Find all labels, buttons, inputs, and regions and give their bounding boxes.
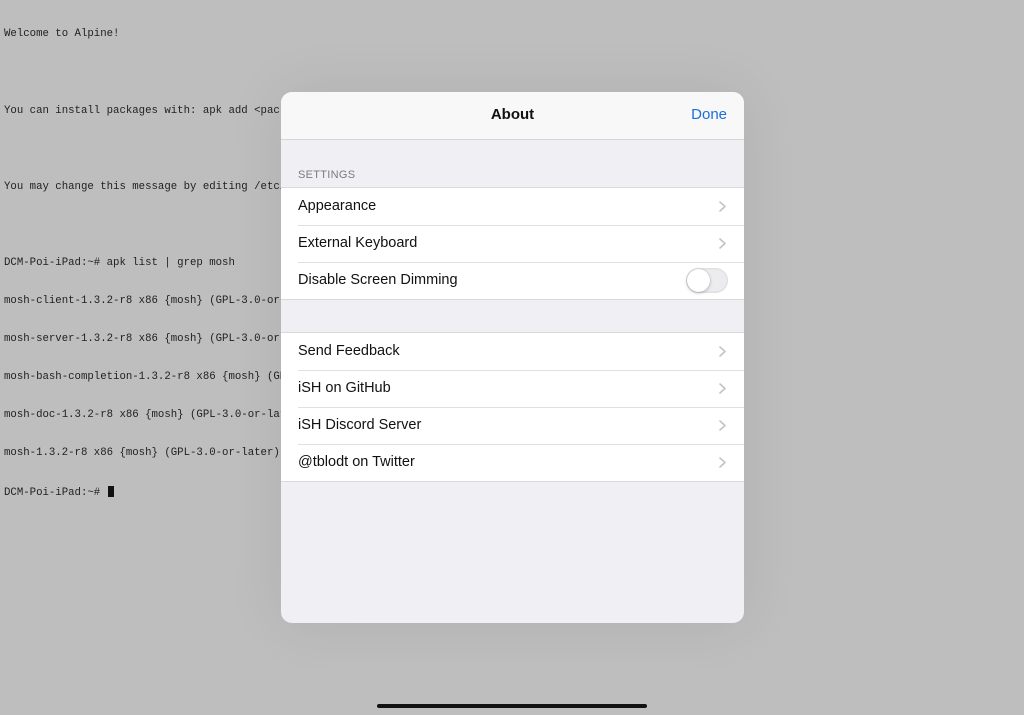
disable-screen-dimming-row: Disable Screen Dimming: [281, 262, 744, 299]
chevron-right-icon: [719, 383, 726, 394]
row-label: @tblodt on Twitter: [298, 454, 415, 470]
settings-group: Appearance External Keyboard Disable Scr…: [281, 187, 744, 300]
row-label: External Keyboard: [298, 235, 418, 251]
tblodt-twitter-row[interactable]: @tblodt on Twitter: [281, 444, 744, 481]
home-indicator[interactable]: [377, 704, 647, 708]
links-group: Send Feedback iSH on GitHub iSH Discord …: [281, 332, 744, 482]
disable-screen-dimming-toggle[interactable]: [686, 268, 728, 293]
chevron-right-icon: [719, 346, 726, 357]
settings-section-header: SETTINGS: [298, 169, 356, 181]
chevron-right-icon: [719, 420, 726, 431]
toggle-knob: [687, 269, 710, 292]
row-label: iSH on GitHub: [298, 380, 391, 396]
chevron-right-icon: [719, 201, 726, 212]
row-label: Disable Screen Dimming: [298, 272, 458, 288]
chevron-right-icon: [719, 457, 726, 468]
row-label: Send Feedback: [298, 343, 400, 359]
navigation-bar: About Done: [281, 92, 744, 140]
ish-discord-row[interactable]: iSH Discord Server: [281, 407, 744, 444]
done-button[interactable]: Done: [691, 106, 727, 123]
ipad-screen: Welcome to Alpine! You can install packa…: [0, 0, 1024, 715]
appearance-row[interactable]: Appearance: [281, 188, 744, 225]
row-label: Appearance: [298, 198, 377, 214]
external-keyboard-row[interactable]: External Keyboard: [281, 225, 744, 262]
row-label: iSH Discord Server: [298, 417, 422, 433]
ish-github-row[interactable]: iSH on GitHub: [281, 370, 744, 407]
chevron-right-icon: [719, 238, 726, 249]
send-feedback-row[interactable]: Send Feedback: [281, 333, 744, 370]
about-sheet: About Done SETTINGS Appearance External …: [281, 92, 744, 623]
sheet-title: About: [490, 106, 535, 123]
